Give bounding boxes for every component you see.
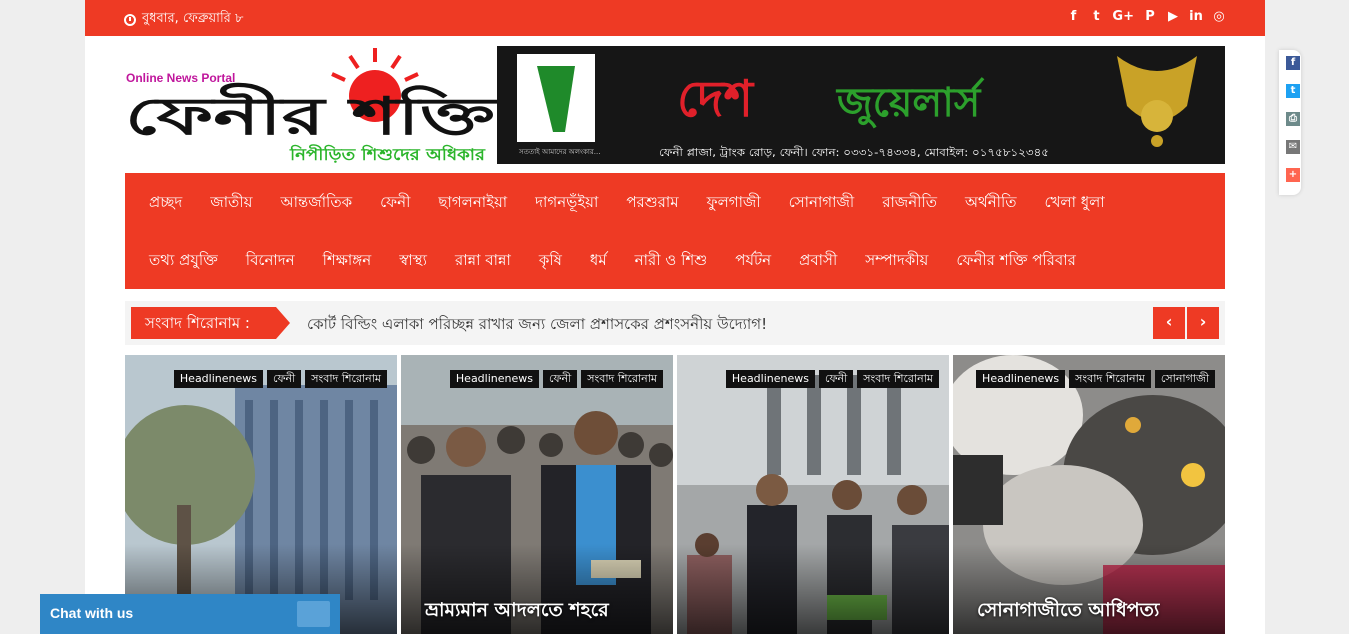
google-plus-icon[interactable]: G+ [1112, 9, 1134, 25]
card-tag[interactable]: ফেনী [267, 370, 302, 388]
page-container: বুধবার, ফেব্রুয়ারি ৮ f t G+ P ▶ in ◎ On… [40, 0, 1265, 634]
nav-item[interactable]: বিনোদন [232, 231, 309, 289]
card-tags: Headlinenews ফেনী সংবাদ শিরোনাম [449, 370, 663, 388]
card-tags: Headlinenews ফেনী সংবাদ শিরোনাম [725, 370, 939, 388]
card-tag[interactable]: সংবাদ শিরোনাম [305, 370, 387, 388]
nav-item[interactable]: অর্থনীতি [951, 173, 1031, 231]
nav-item[interactable]: জাতীয় [196, 173, 266, 231]
nav-item[interactable]: সম্পাদকীয় [851, 231, 942, 289]
nav-item[interactable]: সোনাগাজী [775, 173, 869, 231]
card-title[interactable]: ভ্রাম্যমান আদলতে শহরে [425, 597, 659, 623]
card-tag[interactable]: সংবাদ শিরোনাম [581, 370, 663, 388]
nav-item[interactable]: আন্তর্জাতিক [266, 173, 366, 231]
nav-item[interactable]: স্বাস্থ্য [385, 231, 441, 289]
nav-item[interactable]: কৃষি [525, 231, 576, 289]
nav-item[interactable]: দাগনভূঁইয়া [521, 173, 612, 231]
nav-item[interactable]: পরশুরাম [612, 173, 692, 231]
featured-card[interactable]: Headlinenews ফেনী সংবাদ শিরোনাম ... ন্ন [125, 355, 397, 634]
banner-graphic: সততাই আমাদের অলংকার... দেশ জুয়েলার্স ফে… [497, 46, 1225, 164]
nav-item[interactable]: পর্যটন [721, 231, 785, 289]
logo-tag: Online News Portal [126, 71, 235, 85]
ticker-label: সংবাদ শিরোনাম : [131, 307, 290, 339]
nav-item[interactable]: ধর্ম [576, 231, 621, 289]
nav-item[interactable]: ফেনীর শক্তি পরিবার [942, 231, 1090, 289]
date-text: বুধবার, ফেব্রুয়ারি ৮ [142, 11, 244, 26]
nav-item[interactable]: ফুলগাজী [693, 173, 775, 231]
print-share-icon[interactable]: ⎙ [1286, 112, 1300, 126]
card-tag[interactable]: Headlinenews [173, 370, 263, 388]
card-title[interactable]: সোনাগাজীতে আধিপত্য [977, 597, 1211, 623]
nav-item[interactable]: ছাগলনাইয়া [424, 173, 521, 231]
news-ticker: সংবাদ শিরোনাম : কোর্ট বিল্ডিং এলাকা পরিচ… [125, 301, 1225, 345]
nav-item[interactable]: রাজনীতি [868, 173, 951, 231]
nav-item[interactable]: শিক্ষাঙ্গন [309, 231, 386, 289]
banner-address: ফেনী প্লাজা, ট্রাংক রোড়, ফেনী। ফোন: ০৩৩… [659, 146, 1049, 159]
ticker-prev-button[interactable]: ‹ [1153, 307, 1185, 339]
twitter-share-icon[interactable]: t [1286, 84, 1300, 98]
card-tags: Headlinenews সংবাদ শিরোনাম সোনাগাজী [976, 370, 1215, 388]
card-tag[interactable]: সংবাদ শিরোনাম [857, 370, 939, 388]
main-nav: প্রচ্ছদ জাতীয় আন্তর্জাতিক ফেনী ছাগলনাইয়া দা… [125, 173, 1225, 289]
banner-tagline: সততাই আমাদের অলংকার... [518, 148, 600, 156]
share-bar: f t ⎙ ✉ + [1279, 50, 1301, 195]
card-shade [677, 544, 949, 634]
ticker-headline[interactable]: কোর্ট বিল্ডিং এলাকা পরিচ্ছন্ন রাখার জন্য… [307, 313, 767, 338]
twitter-icon[interactable]: t [1089, 9, 1103, 25]
banner-brand-second: জুয়েলার্স [835, 77, 985, 128]
email-share-icon[interactable]: ✉ [1286, 140, 1300, 154]
logo-graphic: Online News Portal ফেনীর শক্তি নিপীড়িত … [125, 48, 497, 164]
nav-item[interactable]: তথ্য প্রযুক্তি [135, 231, 232, 289]
linkedin-icon[interactable]: in [1189, 9, 1203, 25]
card-tag[interactable]: সোনাগাজী [1154, 370, 1215, 388]
date-display: বুধবার, ফেব্রুয়ারি ৮ [124, 9, 243, 30]
chat-minimize-button[interactable] [297, 601, 330, 627]
nav-item[interactable]: প্রবাসী [785, 231, 851, 289]
featured-card[interactable]: Headlinenews সংবাদ শিরোনাম সোনাগাজী সোনা… [953, 355, 1225, 634]
youtube-icon[interactable]: ▶ [1166, 9, 1180, 25]
site-logo[interactable]: Online News Portal ফেনীর শক্তি নিপীড়িত … [125, 46, 497, 164]
card-tag[interactable]: Headlinenews [449, 370, 539, 388]
nav-item[interactable]: নারী ও শিশু [621, 231, 722, 289]
card-tag[interactable]: Headlinenews [725, 370, 815, 388]
clock-icon [124, 13, 136, 26]
nav-item[interactable]: ফেনী [366, 173, 424, 231]
pinterest-icon[interactable]: P [1143, 9, 1157, 25]
featured-card[interactable]: Headlinenews ফেনী সংবাদ শিরোনাম [677, 355, 949, 634]
more-share-icon[interactable]: + [1286, 168, 1300, 182]
top-bar: বুধবার, ফেব্রুয়ারি ৮ f t G+ P ▶ in ◎ [85, 0, 1265, 36]
card-tag[interactable]: Headlinenews [976, 370, 1066, 388]
banner-brand-first: দেশ [677, 70, 756, 128]
nav-item[interactable]: প্রচ্ছদ [135, 173, 196, 231]
ticker-next-button[interactable]: › [1187, 307, 1219, 339]
featured-card[interactable]: Headlinenews ফেনী সংবাদ শিরোনাম ভ্রাম্যম… [401, 355, 673, 634]
nav-item[interactable]: রান্না বান্না [441, 231, 525, 289]
card-tag[interactable]: ফেনী [543, 370, 578, 388]
card-tag[interactable]: সংবাদ শিরোনাম [1069, 370, 1151, 388]
facebook-icon[interactable]: f [1066, 9, 1080, 25]
nav-item[interactable]: খেলা ধুলা [1031, 173, 1119, 231]
logo-name: ফেনীর শক্তি [125, 83, 497, 147]
chat-widget[interactable]: Chat with us [40, 594, 340, 634]
logo-slogan: নিপীড়িত শিশুদের অধিকার [289, 144, 486, 164]
card-tags: Headlinenews ফেনী সংবাদ শিরোনাম [173, 370, 387, 388]
card-tag[interactable]: ফেনী [819, 370, 854, 388]
instagram-icon[interactable]: ◎ [1212, 9, 1226, 25]
social-links: f t G+ P ▶ in ◎ [1066, 9, 1226, 25]
ad-banner[interactable]: সততাই আমাদের অলংকার... দেশ জুয়েলার্স ফে… [497, 46, 1225, 164]
featured-cards: Headlinenews ফেনী সংবাদ শিরোনাম ... ন্ন [125, 355, 1225, 634]
chat-label: Chat with us [50, 605, 134, 621]
facebook-share-icon[interactable]: f [1286, 56, 1300, 70]
